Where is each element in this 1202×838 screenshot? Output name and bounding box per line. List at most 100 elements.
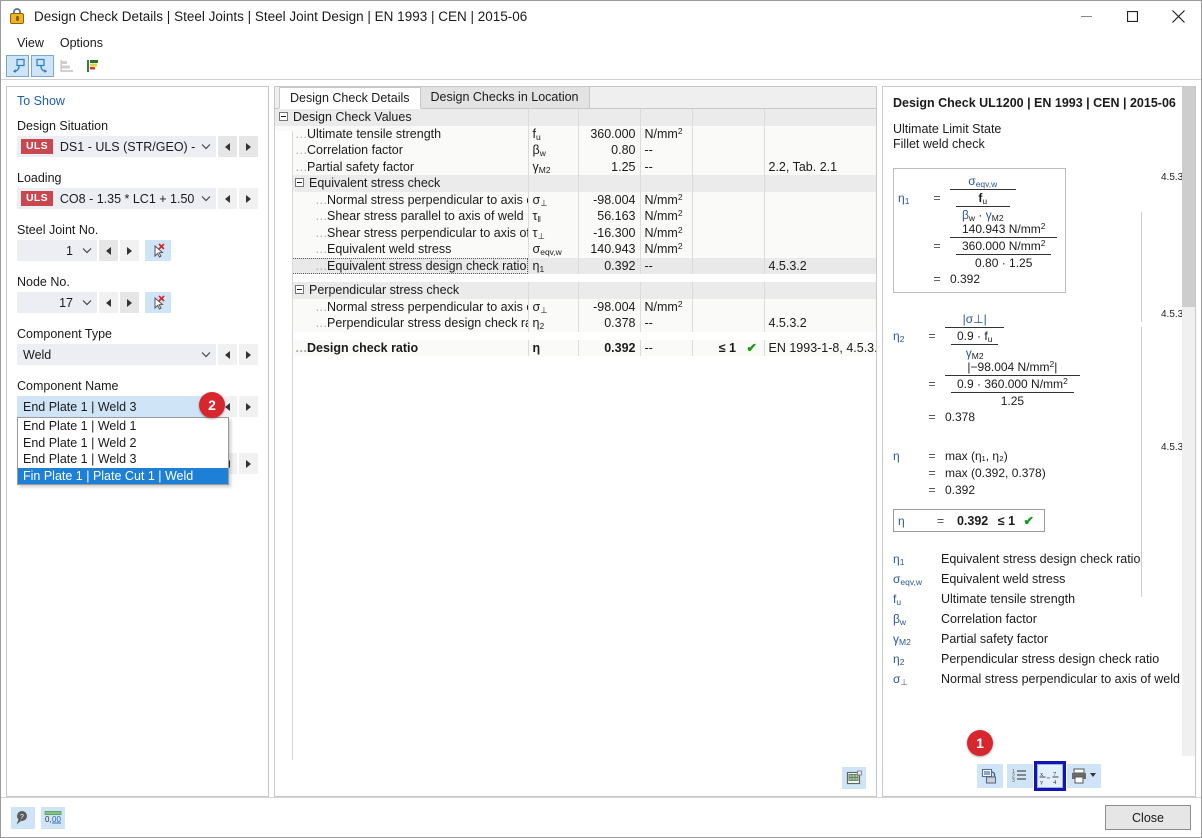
node-no-next-button[interactable] [120, 292, 139, 313]
formula-panel-scrollbar[interactable] [1182, 87, 1195, 796]
row-unit: N/mm2 [639, 208, 692, 225]
main-body: To Show Design Situation ULS DS1 - ULS (… [1, 80, 1201, 797]
component-type-next-button[interactable] [239, 344, 258, 365]
row-reference [763, 109, 876, 126]
close-button[interactable]: Close [1105, 805, 1191, 830]
collapse-expander-icon[interactable] [295, 178, 304, 188]
maximize-icon[interactable] [1109, 1, 1155, 32]
table-row[interactable]: …Equivalent weld stress σeqv,w 140.943 N/mm… [275, 241, 876, 258]
table-row[interactable]: …Correlation factor βw 0.80 -- [275, 142, 876, 159]
row-reference [763, 191, 876, 208]
export-printout-icon[interactable] [977, 764, 1003, 788]
undo-arrow-icon[interactable] [6, 55, 29, 77]
extra-next-button[interactable] [239, 453, 258, 474]
component-type-value: Weld [23, 347, 52, 362]
component-type-combo[interactable]: Weld [17, 344, 216, 365]
table-row[interactable]: Equivalent stress check [275, 175, 876, 192]
table-row[interactable]: Perpendicular stress check [275, 282, 876, 299]
steel-joint-pick-in-model-icon[interactable] [145, 240, 171, 261]
legend-row: η1 Equivalent stress design check ratio [893, 552, 1195, 572]
table-row[interactable]: …Equivalent stress design check ratio η1 0… [275, 257, 876, 274]
row-value: -98.004 [577, 191, 640, 208]
component-name-combo[interactable]: End Plate 1 | Weld 3 [17, 396, 216, 417]
chevron-down-icon[interactable] [196, 195, 216, 202]
final-check-icon: ✔ [1023, 514, 1034, 528]
minimize-icon[interactable] [1063, 1, 1109, 32]
row-unit: N/mm2 [639, 191, 692, 208]
dropdown-option-weld-3[interactable]: End Plate 1 | Weld 3 [18, 451, 228, 468]
component-type-row: Weld [17, 344, 258, 365]
menu-bar: View Options [1, 32, 1201, 53]
chevron-down-icon[interactable] [77, 299, 97, 306]
component-type-prev-button[interactable] [218, 344, 237, 365]
title-bar: Design Check Details | Steel Joints | St… [1, 1, 1201, 32]
component-name-dropdown-list[interactable]: End Plate 1 | Weld 1 End Plate 1 | Weld … [17, 417, 229, 485]
eta1-equals-3: = [933, 271, 941, 286]
show-formula-values-icon[interactable]: x y = 7 4 [1034, 761, 1066, 791]
collapse-expander-icon[interactable] [279, 112, 288, 122]
row-symbol [527, 175, 578, 192]
design-situation-combo[interactable]: ULS DS1 - ULS (STR/GEO) - Perm... [17, 136, 216, 157]
table-row[interactable]: …Normal stress perpendicular to axis of … [275, 191, 876, 208]
dropdown-option-fin-plate-weld[interactable]: Fin Plate 1 | Plate Cut 1 | Weld [18, 467, 228, 484]
tab-design-check-details[interactable]: Design Check Details [279, 87, 421, 109]
numbered-list-icon[interactable]: 1 2 3 [1007, 764, 1033, 788]
steel-joint-no-prev-button[interactable] [99, 240, 118, 261]
chevron-down-icon[interactable] [77, 247, 97, 254]
loading-next-button[interactable] [239, 188, 258, 209]
decimal-places-icon[interactable]: 0, 00 [41, 806, 65, 829]
row-check [740, 224, 764, 241]
node-pick-in-model-icon[interactable] [145, 292, 171, 313]
menu-item-view[interactable]: View [9, 34, 52, 52]
component-name-next-button[interactable] [239, 396, 258, 417]
legend-symbol: σ⊥ [893, 672, 908, 687]
chevron-down-icon[interactable] [196, 143, 216, 150]
print-icon[interactable] [1067, 764, 1101, 788]
legend-description: Equivalent weld stress [941, 572, 1066, 586]
table-row[interactable]: …Normal stress perpendicular to axis of … [275, 298, 876, 315]
scrollbar-thumb[interactable] [1182, 87, 1195, 307]
check-type-line: Fillet weld check [893, 137, 985, 151]
table-row[interactable]: …Design check ratio η 0.392 -- ≤ 1 ✔ EN 1993-1… [275, 339, 876, 356]
legend-symbol: fu [893, 592, 902, 607]
table-row[interactable]: …Perpendicular stress design check ratio… [275, 315, 876, 332]
tree-line: … [295, 126, 308, 141]
row-symbol: η [527, 339, 578, 356]
help-search-icon[interactable]: ? [11, 806, 35, 829]
center-bottom-bar [275, 760, 876, 796]
loading-combo[interactable]: ULS CO8 - 1.35 * LC1 + 1.50 * LC4 [17, 188, 216, 209]
tree-line: … [295, 159, 308, 174]
redo-arrow-icon[interactable] [31, 55, 54, 77]
node-no-prev-button[interactable] [99, 292, 118, 313]
tab-design-checks-in-location[interactable]: Design Checks in Location [419, 86, 590, 108]
color-legend-icon[interactable] [81, 55, 104, 77]
loading-prev-button[interactable] [218, 188, 237, 209]
table-row[interactable]: …Shear stress perpendicular to axis of w… [275, 224, 876, 241]
design-situation-next-button[interactable] [239, 136, 258, 157]
row-limit [691, 175, 740, 192]
row-label: …Shear stress perpendicular to axis of w… [275, 224, 528, 241]
eta1-equals: = [933, 191, 941, 205]
dropdown-option-weld-2[interactable]: End Plate 1 | Weld 2 [18, 435, 228, 452]
steel-joint-no-next-button[interactable] [120, 240, 139, 261]
table-row[interactable]: Design Check Values [275, 109, 876, 126]
design-situation-prev-button[interactable] [218, 136, 237, 157]
legend-description: Ultimate tensile strength [941, 592, 1076, 606]
export-to-table-icon[interactable] [842, 767, 866, 789]
ref-divider-1 [1141, 212, 1142, 322]
eta2-equals: = [928, 329, 936, 343]
chevron-down-icon[interactable] [196, 351, 216, 358]
menu-item-options[interactable]: Options [52, 34, 111, 52]
dropdown-option-weld-1[interactable]: End Plate 1 | Weld 1 [18, 418, 228, 435]
row-reference: 4.5.3.2 [763, 315, 876, 332]
table-row[interactable]: …Partial safety factor γM2 1.25 -- 2.2, Tab.… [275, 158, 876, 175]
close-icon[interactable] [1155, 1, 1201, 32]
table-row[interactable]: …Shear stress parallel to axis of weld τ‖… [275, 208, 876, 225]
callout-badge-2: 2 [199, 392, 225, 418]
node-no-combo[interactable]: 17 [17, 292, 97, 313]
row-label: …Partial safety factor [275, 158, 528, 175]
steel-joint-no-combo[interactable]: 1 [17, 240, 97, 261]
table-row[interactable]: …Ultimate tensile strength fu 360.000 N/mm2 [275, 125, 876, 142]
row-value: 56.163 [577, 208, 640, 225]
collapse-expander-icon[interactable] [295, 285, 304, 295]
